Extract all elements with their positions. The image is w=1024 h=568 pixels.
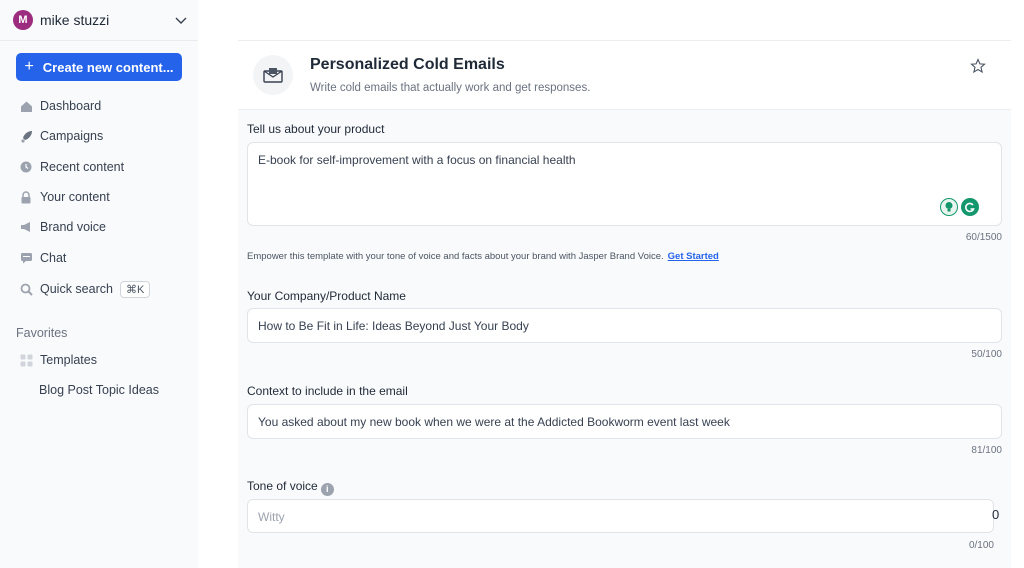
rocket-icon	[19, 129, 33, 143]
sidebar-item-chat[interactable]: Chat	[19, 248, 66, 268]
tone-char-counter: 0/100	[968, 540, 994, 551]
sidebar-item-dashboard[interactable]: Dashboard	[19, 96, 101, 116]
sidebar-item-quick-search[interactable]: Quick search ⌘K	[19, 279, 151, 299]
sidebar-item-label: Chat	[40, 251, 67, 265]
tone-of-voice-input[interactable]: Witty	[247, 499, 994, 533]
sidebar-item-your-content[interactable]: Your content	[19, 187, 110, 207]
get-started-link[interactable]: Get Started	[668, 251, 719, 262]
chat-icon	[19, 251, 33, 265]
page-subtitle: Write cold emails that actually work and…	[310, 82, 591, 94]
tone-placeholder: Witty	[258, 510, 285, 524]
lightbulb-icon[interactable]	[940, 198, 958, 216]
sidebar-item-blog-post-topic-ideas[interactable]: Blog Post Topic Ideas	[39, 383, 159, 397]
info-icon[interactable]: i	[320, 483, 334, 496]
sidebar-item-recent-content[interactable]: Recent content	[19, 157, 124, 177]
star-icon[interactable]	[970, 58, 986, 74]
favorites-heading: Favorites	[16, 326, 68, 340]
product-label: Tell us about your product	[247, 122, 385, 136]
megaphone-icon	[19, 220, 33, 234]
clock-icon	[19, 160, 33, 174]
sidebar-item-label: Your content	[40, 190, 110, 204]
create-new-content-button[interactable]: + Create new content...	[16, 53, 182, 81]
sidebar-item-brand-voice[interactable]: Brand voice	[19, 217, 106, 237]
sidebar-item-label: Recent content	[40, 160, 125, 174]
sidebar-item-templates[interactable]: Templates	[19, 350, 97, 370]
sidebar-item-label: Campaigns	[40, 129, 104, 143]
context-value: You asked about my new book when we were…	[258, 415, 730, 429]
lock-icon	[19, 190, 33, 204]
product-char-counter: 60/1500	[965, 232, 1002, 243]
product-textarea[interactable]: E-book for self-improvement with a focus…	[247, 142, 1002, 226]
company-label: Your Company/Product Name	[247, 289, 406, 303]
grammarly-icon[interactable]	[961, 198, 979, 216]
product-value: E-book for self-improvement with a focus…	[258, 153, 576, 167]
chevron-down-icon	[175, 17, 187, 24]
sidebar: M mike stuzzi + Create new content... Da…	[0, 0, 198, 568]
sidebar-item-label: Dashboard	[40, 99, 102, 113]
sidebar-item-label: Quick search	[40, 282, 113, 296]
avatar: M	[13, 10, 33, 30]
sidebar-item-label: Brand voice	[40, 220, 107, 234]
page-title: Personalized Cold Emails	[310, 56, 505, 73]
envelope-icon	[253, 55, 293, 95]
home-icon	[19, 99, 33, 113]
plus-icon: +	[24, 58, 34, 75]
sidebar-item-campaigns[interactable]: Campaigns	[19, 126, 103, 146]
keyboard-shortcut-badge: ⌘K	[119, 280, 151, 298]
template-header: Personalized Cold Emails Write cold emai…	[238, 41, 1011, 109]
divider	[0, 40, 198, 41]
context-input[interactable]: You asked about my new book when we were…	[247, 404, 1002, 439]
company-char-counter: 50/100	[971, 349, 1002, 360]
company-value: How to Be Fit in Life: Ideas Beyond Just…	[258, 319, 529, 333]
context-label: Context to include in the email	[247, 384, 408, 398]
tone-label-text: Tone of voice	[247, 479, 318, 493]
edge-text: 0	[992, 507, 1000, 522]
search-icon	[19, 282, 33, 296]
brand-voice-helper: Empower this template with your tone of …	[247, 251, 719, 262]
create-button-label: Create new content...	[42, 59, 174, 75]
grid-icon	[19, 353, 33, 367]
tone-label: Tone of voice i	[247, 479, 334, 496]
context-char-counter: 81/100	[971, 445, 1002, 456]
user-name: mike stuzzi	[40, 12, 110, 28]
company-name-input[interactable]: How to Be Fit in Life: Ideas Beyond Just…	[247, 308, 1002, 343]
workspace-switcher[interactable]: M mike stuzzi	[13, 9, 188, 31]
helper-text: Empower this template with your tone of …	[247, 251, 664, 262]
grammarly-widget[interactable]	[940, 198, 979, 216]
sidebar-item-label: Templates	[40, 353, 97, 367]
